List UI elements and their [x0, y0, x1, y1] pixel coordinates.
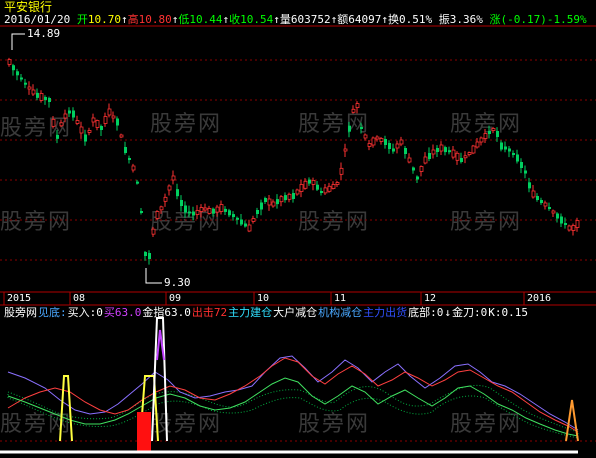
- indicator-legend-item: 股旁网: [4, 306, 37, 319]
- open-label: 开: [76, 13, 88, 26]
- amplitude-label: 振: [438, 13, 450, 26]
- indicator-legend-item: 主力出货: [363, 306, 408, 319]
- arrow-icon: ↑: [381, 13, 388, 26]
- quote-date: 2016/01/20: [4, 13, 71, 26]
- indicator-signal-spike: [59, 375, 73, 442]
- change-label: 涨: [489, 13, 501, 26]
- close-value: 10.54: [240, 13, 274, 26]
- low-label: 低: [178, 13, 190, 26]
- indicator-line-red: [7, 357, 579, 433]
- date-tick-label: 11: [334, 293, 347, 304]
- quote-header: 2016/01/20 开10.70↑高10.80↑低10.44↑收10.54↑量…: [4, 14, 587, 26]
- amplitude-value: 3.36%: [449, 13, 483, 26]
- volume-label: 量: [279, 13, 291, 26]
- indicator-legend-item: 买63.0: [103, 306, 142, 319]
- indicator-legend-item: 出击72: [191, 306, 228, 319]
- date-tick-label: 2015: [7, 293, 32, 304]
- indicator-hatch-band: [7, 384, 579, 439]
- date-tick-label: 10: [257, 293, 270, 304]
- stock-name: 平安银行: [4, 0, 53, 14]
- indicator-legend-item: 金刀:0: [452, 306, 488, 319]
- indicator-legend-item: 金指63.0: [142, 306, 191, 319]
- indicator-legend-item: 机构减仓: [318, 306, 363, 319]
- high-label: 高: [127, 13, 139, 26]
- amount-label: 额: [337, 13, 349, 26]
- indicator-legend-item: ↓: [444, 306, 451, 319]
- date-tick-label: 2016: [527, 293, 552, 304]
- open-value: 10.70: [87, 13, 121, 26]
- indicator-legend: 股旁网见底:买入:0买63.0金指63.0出击72主力建仓大户减仓机构减仓主力出…: [4, 306, 529, 319]
- high-value: 10.80: [138, 13, 172, 26]
- indicator-legend-item: 主力建仓: [228, 306, 273, 319]
- indicator-legend-item: 见底:: [38, 306, 67, 319]
- indicator-legend-item: 买入:0: [67, 306, 103, 319]
- date-tick-label: 09: [169, 293, 182, 304]
- indicator-legend-item: K:0.15: [488, 306, 528, 319]
- turnover-value: 0.51%: [398, 13, 433, 26]
- stock-chart-screen[interactable]: 股旁网 股旁网 股旁网 股旁网 股旁网 股旁网 股旁网 股旁网 股旁网 股旁网 …: [0, 0, 596, 458]
- amount-value: 64097: [348, 13, 382, 26]
- indicator-legend-item: 底部:0: [408, 306, 444, 319]
- date-tick-label: 12: [424, 293, 437, 304]
- indicator-chart[interactable]: [0, 0, 596, 458]
- arrow-icon: ↑: [120, 13, 128, 26]
- close-label: 收: [229, 13, 241, 26]
- indicator-legend-item: 大户减仓: [273, 306, 318, 319]
- max-price-label: 14.89: [27, 27, 61, 40]
- change-pct: -1.59%: [546, 13, 587, 26]
- date-tick-label: 08: [73, 293, 86, 304]
- change-value: (-0.17): [500, 13, 547, 26]
- low-value: 10.44: [189, 13, 223, 26]
- indicator-red-bar: [137, 412, 151, 452]
- volume-value: 603752: [290, 13, 331, 26]
- min-price-label: 9.30: [164, 276, 191, 289]
- arrow-icon: ↑: [273, 13, 280, 26]
- turnover-label: 换: [387, 13, 399, 26]
